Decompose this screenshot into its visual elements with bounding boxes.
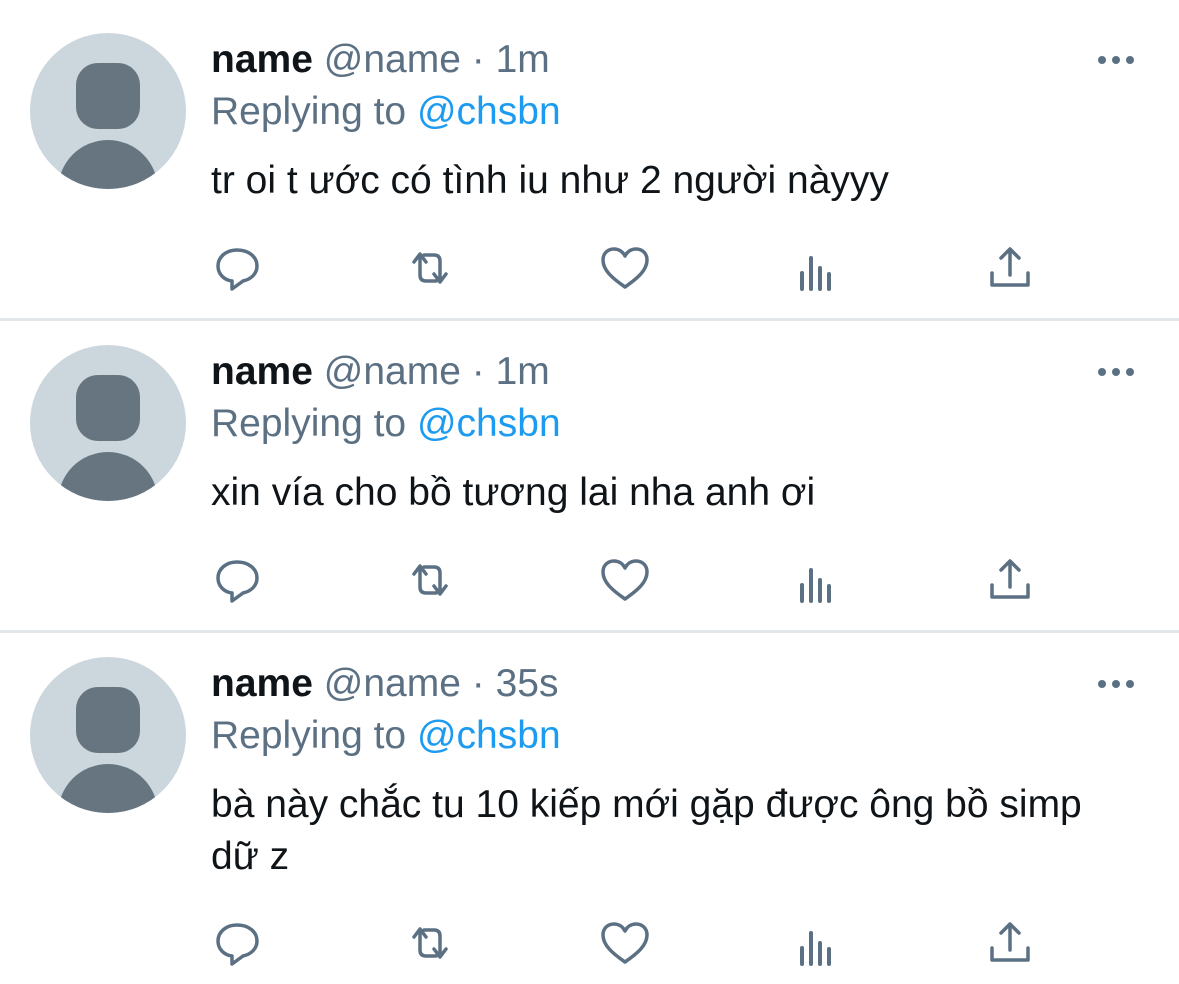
analytics-icon[interactable] — [790, 552, 846, 608]
more-options-icon[interactable] — [1096, 52, 1136, 68]
separator-dot: · — [471, 662, 485, 705]
avatar-head-shape — [76, 63, 140, 129]
separator-dot: · — [471, 38, 485, 81]
replying-to-line: Replying to @chsbn — [211, 401, 561, 447]
user-handle[interactable]: @name — [324, 662, 461, 705]
reply-mention-link[interactable]: @chsbn — [417, 402, 561, 445]
timestamp[interactable]: 1m — [496, 350, 550, 393]
more-options-icon[interactable] — [1096, 676, 1136, 692]
tweet-actions-bar — [0, 915, 1179, 975]
tweet-reply[interactable]: name @name · 1m Replying to @chsbn xin v… — [0, 321, 1179, 630]
reply-icon[interactable] — [210, 552, 266, 608]
avatar-body-shape — [58, 764, 158, 813]
share-icon[interactable] — [982, 240, 1038, 296]
reply-mention-link[interactable]: @chsbn — [417, 90, 561, 133]
timestamp[interactable]: 35s — [496, 662, 559, 705]
reply-icon[interactable] — [210, 240, 266, 296]
replying-to-line: Replying to @chsbn — [211, 89, 561, 135]
like-heart-icon[interactable] — [597, 915, 653, 971]
timestamp[interactable]: 1m — [496, 38, 550, 81]
retweet-icon[interactable] — [402, 240, 458, 296]
tweet-text: tr oi t ước có tình iu như 2 người nàyyy — [211, 159, 889, 202]
replying-to-line: Replying to @chsbn — [211, 713, 561, 759]
avatar[interactable] — [30, 345, 186, 501]
replying-to-label: Replying to — [211, 90, 407, 133]
share-icon[interactable] — [982, 552, 1038, 608]
tweet-reply[interactable]: name @name · 1m Replying to @chsbn tr oi… — [0, 0, 1179, 318]
like-heart-icon[interactable] — [597, 552, 653, 608]
tweet-text: bà này chắc tu 10 kiếp mới gặp được ông … — [211, 783, 1082, 878]
tweet-header: name @name · 1m — [211, 349, 550, 395]
display-name[interactable]: name — [211, 662, 313, 705]
reply-icon[interactable] — [210, 915, 266, 971]
user-handle[interactable]: @name — [324, 350, 461, 393]
share-icon[interactable] — [982, 915, 1038, 971]
tweet-header: name @name · 1m — [211, 37, 550, 83]
retweet-icon[interactable] — [402, 915, 458, 971]
avatar[interactable] — [30, 33, 186, 189]
tweet-header: name @name · 35s — [211, 661, 558, 707]
avatar-head-shape — [76, 375, 140, 441]
tweet-reply[interactable]: name @name · 35s Replying to @chsbn bà n… — [0, 633, 1179, 984]
analytics-icon[interactable] — [790, 915, 846, 971]
display-name[interactable]: name — [211, 38, 313, 81]
reply-mention-link[interactable]: @chsbn — [417, 714, 561, 757]
tweet-actions-bar — [0, 552, 1179, 612]
analytics-icon[interactable] — [790, 240, 846, 296]
tweet-text: xin vía cho bồ tương lai nha anh ơi — [211, 471, 816, 514]
replying-to-label: Replying to — [211, 402, 407, 445]
retweet-icon[interactable] — [402, 552, 458, 608]
avatar-body-shape — [58, 452, 158, 501]
like-heart-icon[interactable] — [597, 240, 653, 296]
separator-dot: · — [471, 350, 485, 393]
user-handle[interactable]: @name — [324, 38, 461, 81]
display-name[interactable]: name — [211, 350, 313, 393]
avatar-head-shape — [76, 687, 140, 753]
avatar-body-shape — [58, 140, 158, 189]
avatar[interactable] — [30, 657, 186, 813]
replying-to-label: Replying to — [211, 714, 407, 757]
tweet-actions-bar — [0, 240, 1179, 300]
more-options-icon[interactable] — [1096, 364, 1136, 380]
